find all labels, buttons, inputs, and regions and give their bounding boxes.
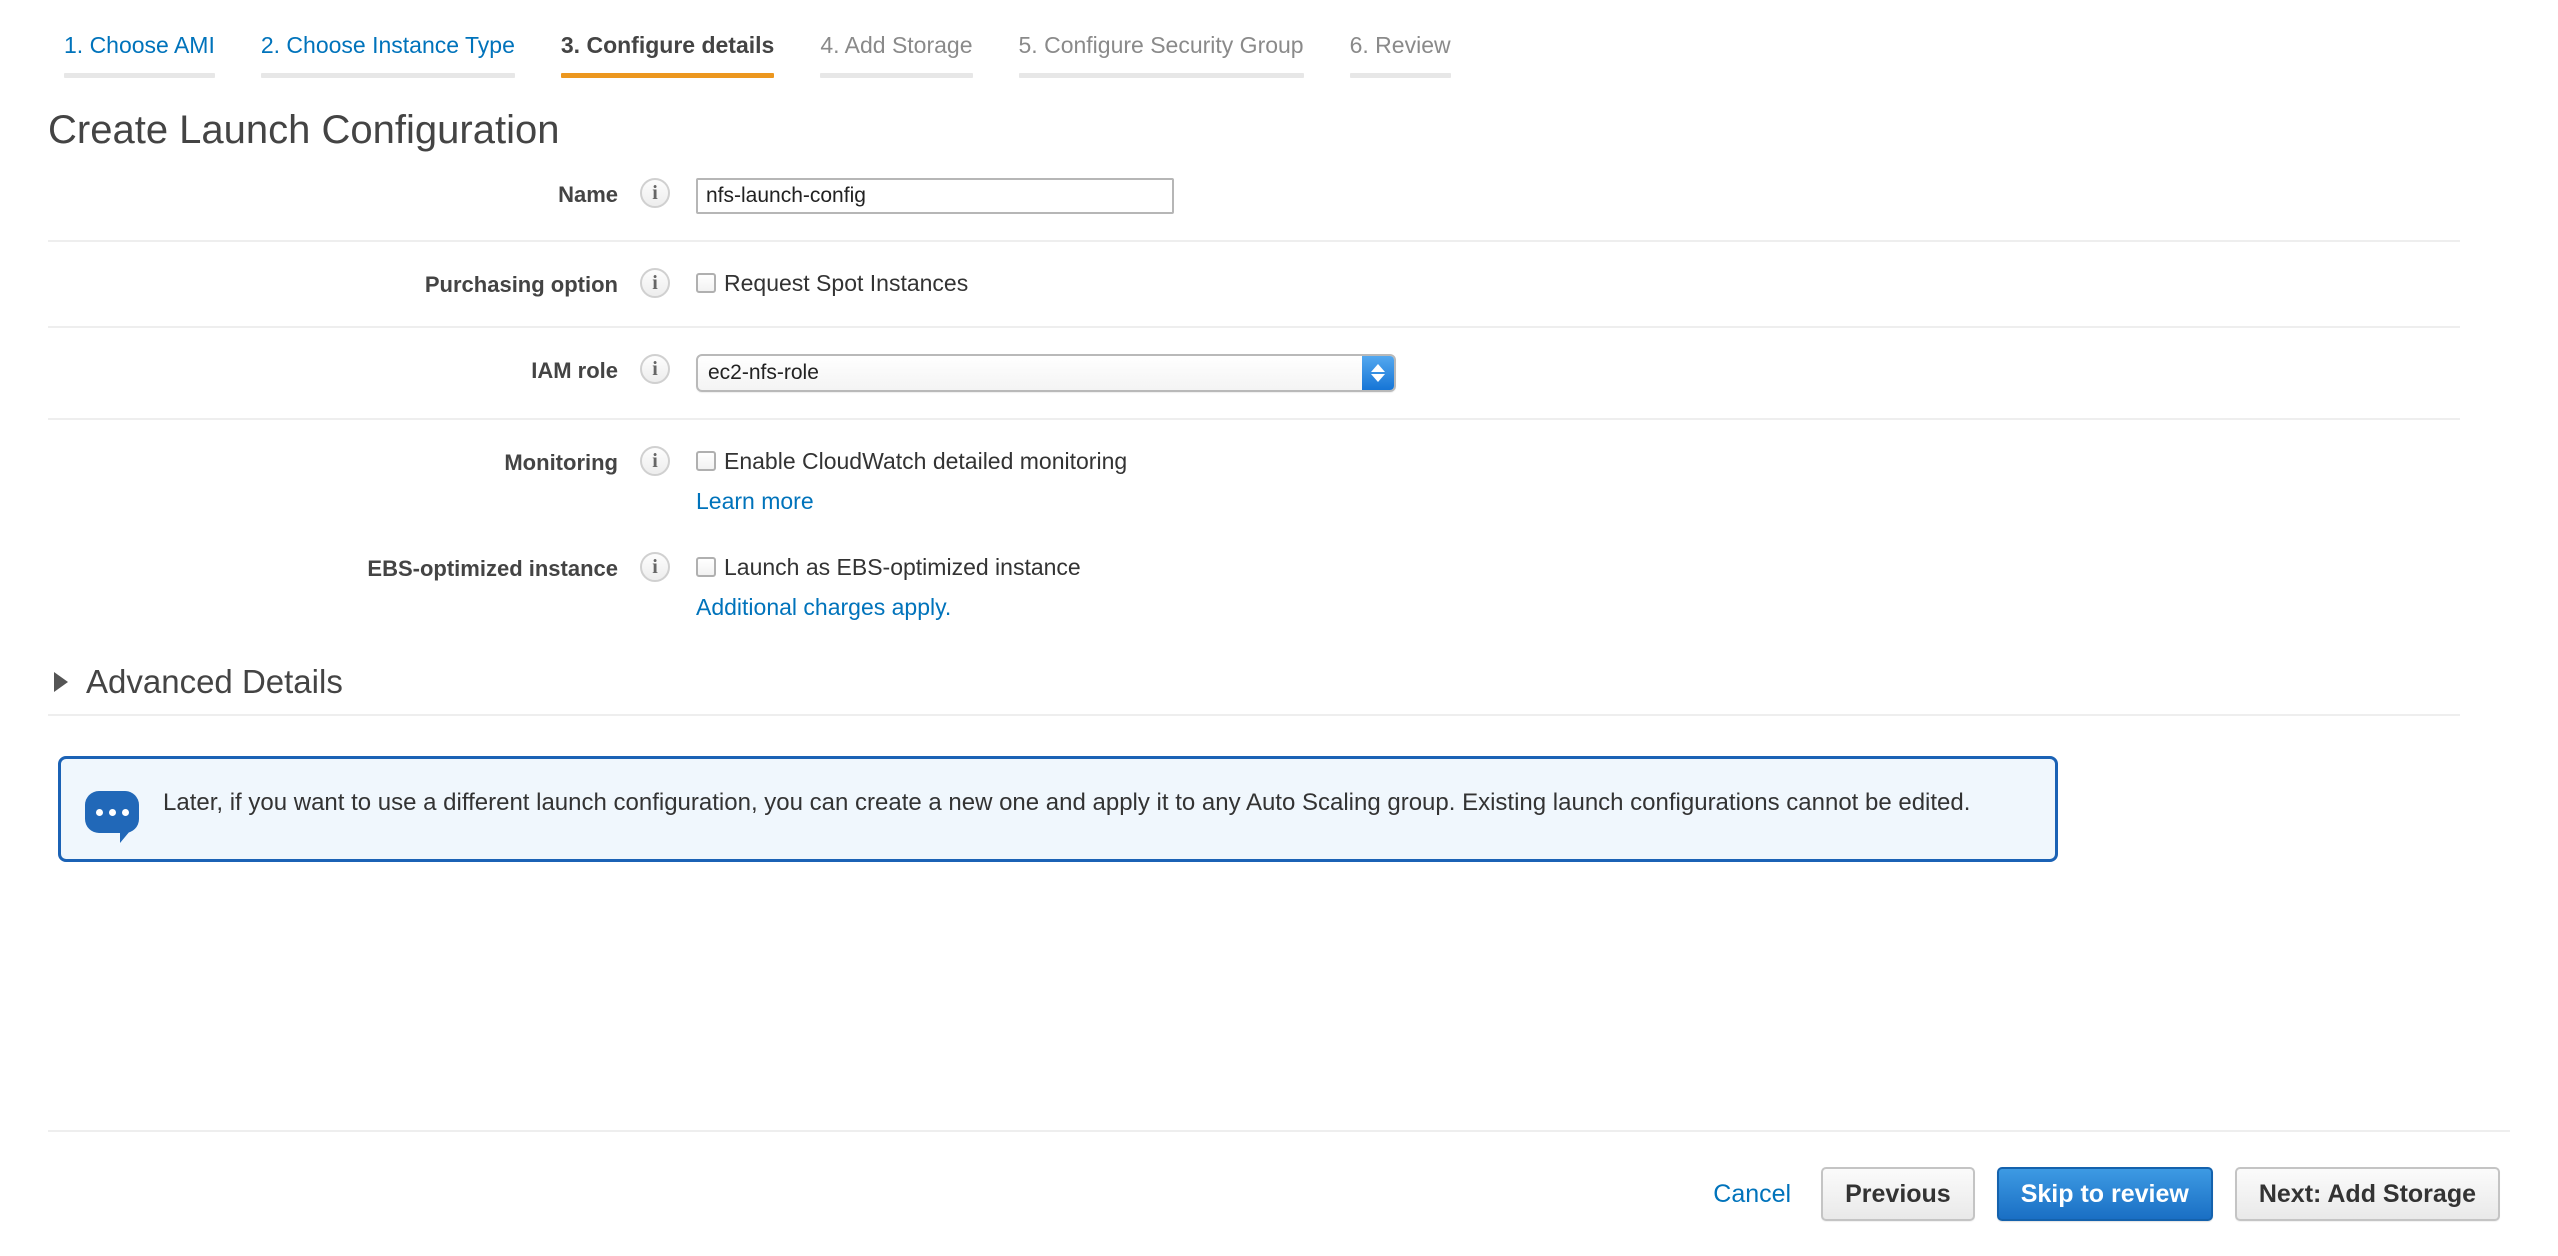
name-label: Name xyxy=(558,182,618,207)
name-control xyxy=(696,178,2460,214)
request-spot-instances-row: Request Spot Instances xyxy=(696,268,2460,298)
bubble-dot xyxy=(95,808,103,816)
iam-role-label: IAM role xyxy=(531,358,618,383)
ebs-optimized-control: Launch as EBS-optimized instance Additio… xyxy=(696,552,2460,624)
previous-button[interactable]: Previous xyxy=(1821,1167,1975,1221)
info-icon-glyph: i xyxy=(652,182,658,204)
launch-ebs-optimized-row: Launch as EBS-optimized instance xyxy=(696,552,2460,582)
form-row-purchasing-option: Purchasing option i Request Spot Instanc… xyxy=(48,240,2460,326)
info-callout: Later, if you want to use a different la… xyxy=(58,756,2058,862)
chevron-up-icon xyxy=(1371,364,1385,372)
form-row-name: Name i xyxy=(48,164,2460,240)
wizard-tab-underline xyxy=(1018,73,1304,78)
wizard-tab-bar: 1. Choose AMI 2. Choose Instance Type 3.… xyxy=(0,0,2558,78)
iam-role-select[interactable]: ec2-nfs-role xyxy=(696,354,1396,392)
launch-ebs-optimized-checkbox[interactable] xyxy=(696,557,716,577)
ebs-optimized-label: EBS-optimized instance xyxy=(367,556,618,581)
enable-cloudwatch-label: Enable CloudWatch detailed monitoring xyxy=(724,448,1128,474)
info-icon[interactable]: i xyxy=(640,552,670,582)
speech-bubble-icon xyxy=(85,791,139,843)
iam-role-control: ec2-nfs-role xyxy=(696,354,2460,392)
info-icon-glyph: i xyxy=(652,556,658,578)
select-stepper-icon[interactable] xyxy=(1362,356,1394,390)
launch-ebs-optimized-label: Launch as EBS-optimized instance xyxy=(724,554,1081,580)
enable-cloudwatch-row: Enable CloudWatch detailed monitoring xyxy=(696,446,2460,476)
info-icon[interactable]: i xyxy=(640,354,670,384)
wizard-tab-choose-ami[interactable]: 1. Choose AMI xyxy=(48,0,231,78)
info-icon-glyph: i xyxy=(652,358,658,380)
wizard-tab-add-storage[interactable]: 4. Add Storage xyxy=(804,0,988,78)
form-row-monitoring: Monitoring i Enable CloudWatch detailed … xyxy=(48,418,2460,544)
wizard-tab-label: 3. Configure details xyxy=(560,32,775,58)
wizard-tab-underline xyxy=(64,73,215,78)
monitoring-label: Monitoring xyxy=(504,450,618,475)
wizard-tab-label: 1. Choose AMI xyxy=(64,32,215,58)
cancel-button[interactable]: Cancel xyxy=(1713,1180,1791,1209)
info-icon-glyph: i xyxy=(652,272,658,294)
wizard-tab-label: 2. Choose Instance Type xyxy=(260,32,515,58)
wizard-tab-underline-active xyxy=(560,73,775,78)
launch-configuration-form: Name i Purchasing option i Request Spot … xyxy=(48,164,2460,634)
bubble-dot xyxy=(108,808,116,816)
enable-cloudwatch-checkbox[interactable] xyxy=(696,451,716,471)
additional-charges-link[interactable]: Additional charges apply. xyxy=(696,590,951,624)
form-row-ebs-optimized: EBS-optimized instance i Launch as EBS-o… xyxy=(48,544,2460,634)
next-add-storage-button[interactable]: Next: Add Storage xyxy=(2234,1167,2500,1221)
iam-role-selected-value: ec2-nfs-role xyxy=(708,361,819,384)
wizard-tab-underline xyxy=(260,73,515,78)
info-callout-text: Later, if you want to use a different la… xyxy=(163,789,1971,816)
purchasing-option-label: Purchasing option xyxy=(424,272,618,297)
chevron-down-icon xyxy=(1371,374,1385,382)
bubble-dot xyxy=(121,808,129,816)
wizard-tab-configure-security-group[interactable]: 5. Configure Security Group xyxy=(1003,0,1320,78)
name-input[interactable] xyxy=(696,178,1174,214)
wizard-tab-label: 4. Add Storage xyxy=(820,32,973,58)
iam-role-select-wrapper: ec2-nfs-role xyxy=(696,354,1396,392)
skip-to-review-button[interactable]: Skip to review xyxy=(1996,1167,2213,1221)
info-icon[interactable]: i xyxy=(640,446,670,476)
page-title: Create Launch Configuration xyxy=(48,108,560,152)
wizard-tab-label: 6. Review xyxy=(1349,32,1451,58)
monitoring-control: Enable CloudWatch detailed monitoring Le… xyxy=(696,446,2460,518)
purchasing-option-control: Request Spot Instances xyxy=(696,268,2460,300)
info-icon[interactable]: i xyxy=(640,268,670,298)
info-icon-glyph: i xyxy=(652,450,658,472)
request-spot-instances-checkbox[interactable] xyxy=(696,273,716,293)
triangle-right-icon xyxy=(54,672,68,692)
request-spot-instances-label: Request Spot Instances xyxy=(724,270,969,296)
wizard-tab-underline xyxy=(820,73,973,78)
advanced-details-title: Advanced Details xyxy=(86,663,343,700)
wizard-tab-review[interactable]: 6. Review xyxy=(1334,0,1467,78)
wizard-footer: Cancel Previous Skip to review Next: Add… xyxy=(48,1130,2510,1256)
wizard-tab-underline xyxy=(1349,73,1451,78)
wizard-tab-choose-instance-type[interactable]: 2. Choose Instance Type xyxy=(245,0,531,78)
form-row-iam-role: IAM role i ec2-nfs-role xyxy=(48,326,2460,418)
info-icon[interactable]: i xyxy=(640,178,670,208)
wizard-tab-label: 5. Configure Security Group xyxy=(1018,32,1304,58)
wizard-tab-configure-details[interactable]: 3. Configure details xyxy=(545,0,790,78)
learn-more-link[interactable]: Learn more xyxy=(696,484,814,518)
advanced-details-toggle[interactable]: Advanced Details xyxy=(48,660,2460,716)
